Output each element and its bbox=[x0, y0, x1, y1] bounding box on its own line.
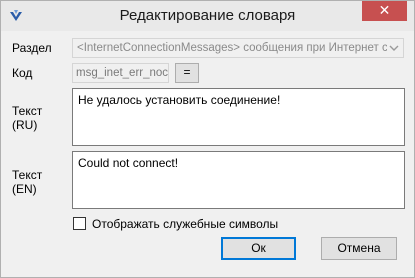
text-ru-value: Не удалось установить соединение! bbox=[78, 93, 281, 107]
cancel-button[interactable]: Отмена bbox=[321, 237, 397, 260]
section-select[interactable]: <InternetConnectionMessages> сообщения п… bbox=[72, 38, 404, 58]
code-field-value: msg_inet_err_noco bbox=[76, 67, 169, 79]
text-en-value: Could not connect! bbox=[78, 156, 179, 170]
title-bar[interactable]: Редактирование словаря ✕ bbox=[1, 1, 414, 31]
text-ru-label-line2: (RU) bbox=[12, 118, 38, 132]
text-en-textarea[interactable]: Could not connect! bbox=[72, 151, 405, 209]
section-label: Раздел bbox=[12, 41, 52, 55]
show-symbols-label[interactable]: Отображать служебные символы bbox=[92, 217, 278, 231]
show-symbols-checkbox[interactable] bbox=[73, 217, 86, 230]
window-title: Редактирование словаря bbox=[119, 7, 296, 24]
text-en-label-line2: (EN) bbox=[12, 182, 37, 196]
close-button[interactable]: ✕ bbox=[362, 1, 407, 21]
section-select-value: <InternetConnectionMessages> сообщения п… bbox=[77, 42, 387, 54]
text-ru-textarea[interactable]: Не удалось установить соединение! bbox=[72, 88, 405, 146]
code-label: Код bbox=[12, 66, 33, 80]
text-ru-label-line1: Текст bbox=[12, 104, 43, 118]
ok-button[interactable]: Ок bbox=[221, 237, 296, 260]
text-en-label-line1: Текст bbox=[12, 168, 43, 182]
code-field[interactable]: msg_inet_err_noco bbox=[72, 63, 169, 83]
code-equals-button[interactable]: = bbox=[175, 63, 199, 83]
chevron-down-icon[interactable] bbox=[388, 42, 400, 54]
dictionary-edit-dialog: Редактирование словаря ✕ Раздел <Interne… bbox=[0, 0, 415, 278]
